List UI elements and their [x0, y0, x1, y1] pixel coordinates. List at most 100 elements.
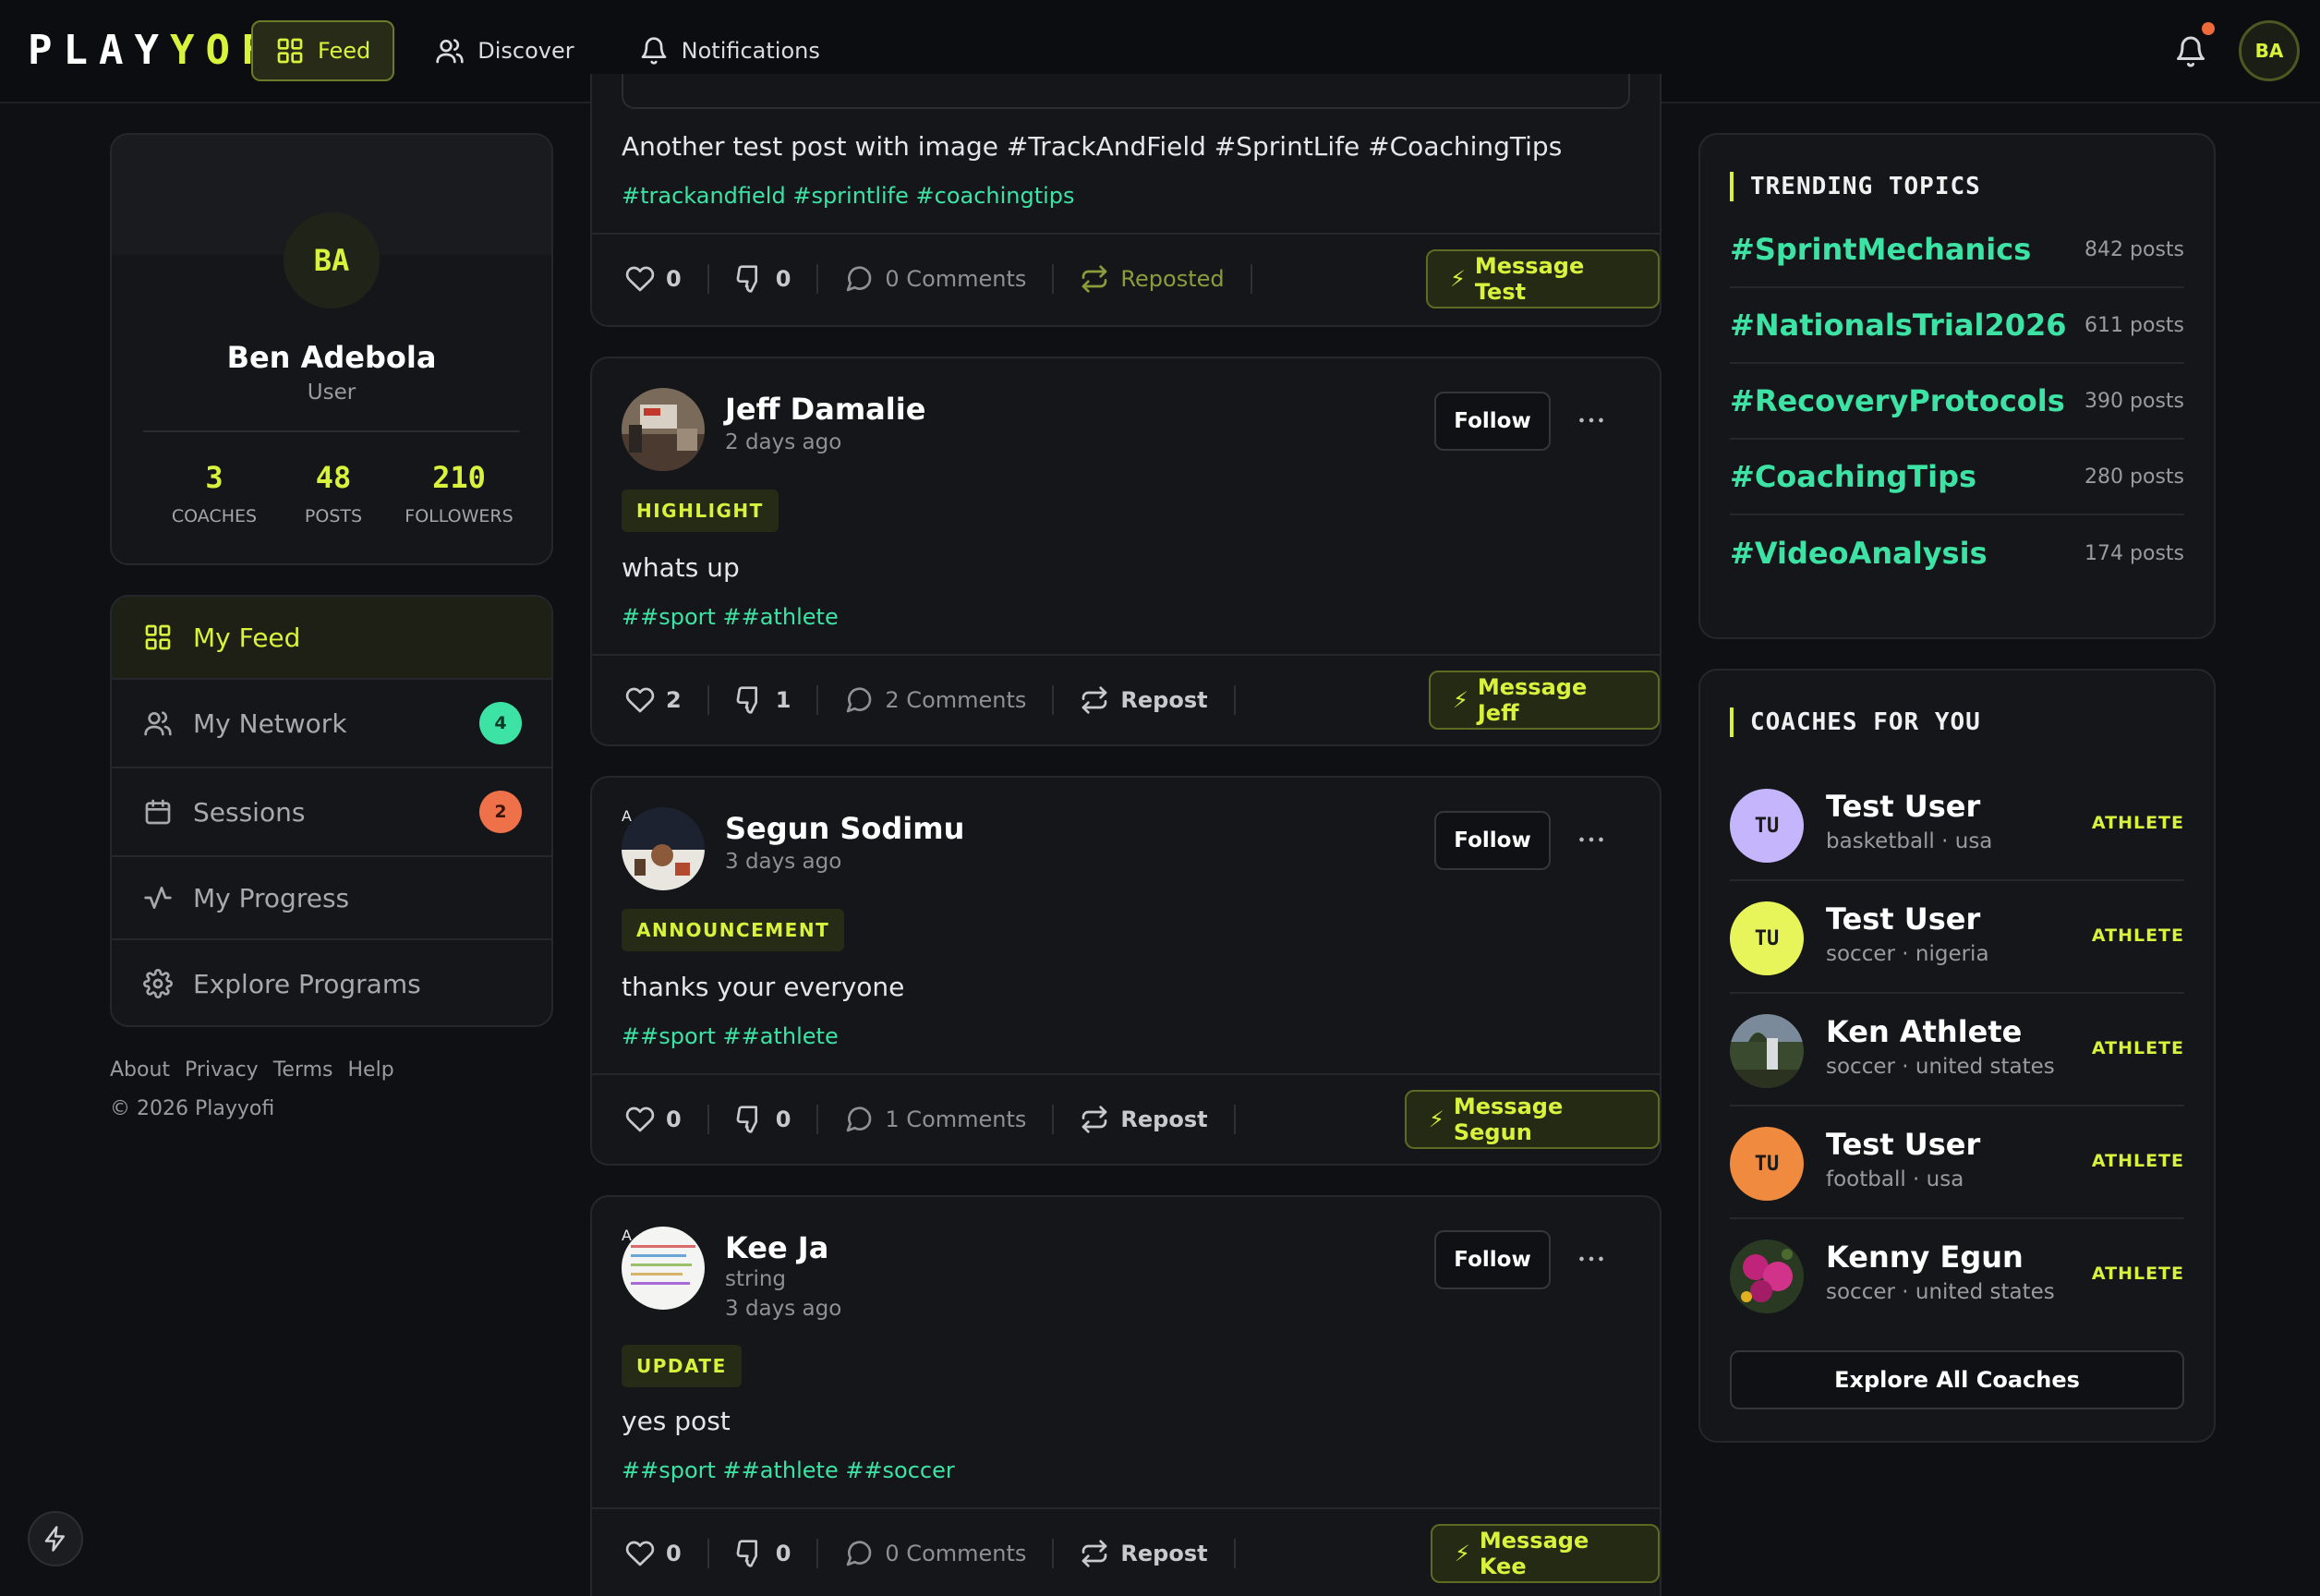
like-count: 2	[666, 687, 682, 713]
like-button[interactable]: 2	[625, 685, 682, 715]
more-options-button[interactable]	[1575, 1245, 1608, 1273]
coach-item[interactable]: TU Test User soccer · nigeria ATHLETE	[1730, 881, 2184, 994]
trending-item[interactable]: #RecoveryProtocols 390 posts	[1730, 364, 2184, 440]
comments-count: 2 Comments	[885, 687, 1027, 713]
action-separator	[1052, 264, 1055, 294]
more-options-button[interactable]	[1575, 826, 1608, 853]
coach-item[interactable]: Kenny Egun soccer · united states ATHLET…	[1730, 1219, 2184, 1332]
dislike-button[interactable]: 0	[735, 1539, 791, 1568]
dislike-button[interactable]: 0	[735, 264, 791, 294]
nav-feed[interactable]: Feed	[251, 20, 395, 81]
side-menu: My Feed My Network 4 Sessions 2 My Progr…	[110, 595, 553, 1027]
action-separator	[816, 1539, 819, 1568]
menu-my-feed[interactable]: My Feed	[112, 597, 551, 680]
repost-button[interactable]: Repost	[1080, 1539, 1208, 1568]
post-hashtags[interactable]: ##sport ##athlete ##soccer	[622, 1457, 955, 1483]
trending-item[interactable]: #VideoAnalysis 174 posts	[1730, 515, 2184, 591]
follow-button[interactable]: Follow	[1434, 392, 1551, 451]
stat-posts[interactable]: 48 POSTS	[278, 460, 389, 526]
author-avatar[interactable]	[622, 807, 705, 890]
user-avatar-button[interactable]: BA	[2239, 20, 2300, 81]
coach-role: ATHLETE	[2091, 1264, 2184, 1284]
main-nav: Feed Discover Notifications	[251, 20, 844, 81]
trending-item[interactable]: #CoachingTips 280 posts	[1730, 440, 2184, 515]
author-name[interactable]: Jeff Damalie	[725, 392, 925, 427]
repost-icon	[1082, 1540, 1107, 1567]
like-button[interactable]: 0	[625, 1539, 682, 1568]
author-avatar-wrapper: A	[622, 807, 705, 890]
dislike-button[interactable]: 1	[735, 685, 791, 715]
grid-icon	[277, 38, 303, 64]
comments-count: 1 Comments	[885, 1106, 1027, 1132]
menu-my-progress[interactable]: My Progress	[112, 857, 551, 940]
footer-link-terms[interactable]: Terms	[273, 1058, 333, 1082]
action-separator	[707, 1539, 709, 1568]
trending-tag: #SprintMechanics	[1730, 232, 2032, 267]
trending-item[interactable]: #NationalsTrial2026 611 posts	[1730, 288, 2184, 364]
repost-button[interactable]: Repost	[1080, 1105, 1208, 1134]
post-hashtags[interactable]: #trackandfield #sprintlife #coachingtips	[622, 183, 1075, 209]
post-hashtags[interactable]: ##sport ##athlete	[622, 1023, 839, 1049]
follow-button[interactable]: Follow	[1434, 1230, 1551, 1289]
action-separator	[1250, 264, 1252, 294]
comments-button[interactable]: 0 Comments	[844, 1539, 1026, 1568]
nav-discover[interactable]: Discover	[411, 20, 598, 81]
follow-button[interactable]: Follow	[1434, 811, 1551, 870]
menu-sessions[interactable]: Sessions 2	[112, 768, 551, 857]
coach-meta: basketball · usa	[1826, 829, 1993, 853]
repost-icon	[1082, 686, 1107, 714]
like-button[interactable]: 0	[625, 264, 682, 294]
message-author-button[interactable]: ⚡ Message Test	[1426, 249, 1660, 308]
dislike-button[interactable]: 0	[735, 1105, 791, 1134]
author-avatar[interactable]	[622, 388, 705, 471]
footer-link-help[interactable]: Help	[348, 1058, 394, 1082]
like-button[interactable]: 0	[625, 1105, 682, 1134]
repost-icon	[1082, 1106, 1107, 1133]
dislike-count: 0	[775, 266, 791, 292]
coach-item[interactable]: TU Test User football · usa ATHLETE	[1730, 1106, 2184, 1219]
coach-meta: soccer · united states	[1826, 1280, 2055, 1304]
comments-button[interactable]: 1 Comments	[844, 1105, 1026, 1134]
trending-item[interactable]: #SprintMechanics 842 posts	[1730, 212, 2184, 288]
post-hashtags[interactable]: ##sport ##athlete	[622, 604, 839, 630]
more-options-button[interactable]	[1575, 406, 1608, 434]
stat-followers[interactable]: 210 FOLLOWERS	[385, 460, 533, 526]
comments-button[interactable]: 2 Comments	[844, 685, 1026, 715]
profile-avatar[interactable]: BA	[284, 212, 380, 308]
explore-all-coaches-button[interactable]: Explore All Coaches	[1730, 1350, 2184, 1409]
post-time: 2 days ago	[725, 430, 842, 454]
footer-link-privacy[interactable]: Privacy	[185, 1058, 259, 1082]
thumbs-down-icon	[736, 686, 757, 714]
comments-button[interactable]: 0 Comments	[844, 264, 1026, 294]
trending-count: 842 posts	[2084, 237, 2184, 261]
repost-button[interactable]: Repost	[1080, 685, 1208, 715]
trending-topics-card: TRENDING TOPICS #SprintMechanics 842 pos…	[1698, 133, 2216, 639]
nav-notifications[interactable]: Notifications	[615, 20, 844, 81]
repost-button[interactable]: Reposted	[1080, 264, 1225, 294]
author-name[interactable]: Kee Ja	[725, 1230, 828, 1265]
nav-discover-label: Discover	[477, 38, 574, 64]
avatar-photo	[622, 1227, 705, 1310]
nav-feed-label: Feed	[318, 38, 371, 64]
avatar-photo	[1730, 1239, 1804, 1313]
profile-role: User	[307, 381, 356, 405]
message-author-button[interactable]: ⚡ Message Segun	[1405, 1090, 1660, 1149]
author-name[interactable]: Segun Sodimu	[725, 811, 964, 846]
menu-my-network[interactable]: My Network 4	[112, 680, 551, 768]
message-author-button[interactable]: ⚡ Message Jeff	[1429, 671, 1660, 730]
quick-action-button[interactable]	[28, 1511, 83, 1566]
stat-coaches[interactable]: 3 COACHES	[145, 460, 284, 526]
dislike-count: 0	[775, 1541, 791, 1566]
post-divider	[592, 1073, 1660, 1075]
coach-item[interactable]: TU Test User basketball · usa ATHLETE	[1730, 768, 2184, 881]
author-avatar[interactable]	[622, 1227, 705, 1310]
coach-role: ATHLETE	[2091, 925, 2184, 946]
message-label: Message Kee	[1479, 1528, 1589, 1579]
notification-bell-button[interactable]	[2174, 22, 2215, 68]
coach-meta: soccer · nigeria	[1826, 942, 1989, 966]
footer-link-about[interactable]: About	[110, 1058, 170, 1082]
coach-item[interactable]: Ken Athlete soccer · united states ATHLE…	[1730, 994, 2184, 1106]
menu-explore-programs[interactable]: Explore Programs	[112, 940, 551, 1025]
avatar-photo	[622, 807, 705, 890]
message-author-button[interactable]: ⚡ Message Kee	[1431, 1524, 1660, 1583]
